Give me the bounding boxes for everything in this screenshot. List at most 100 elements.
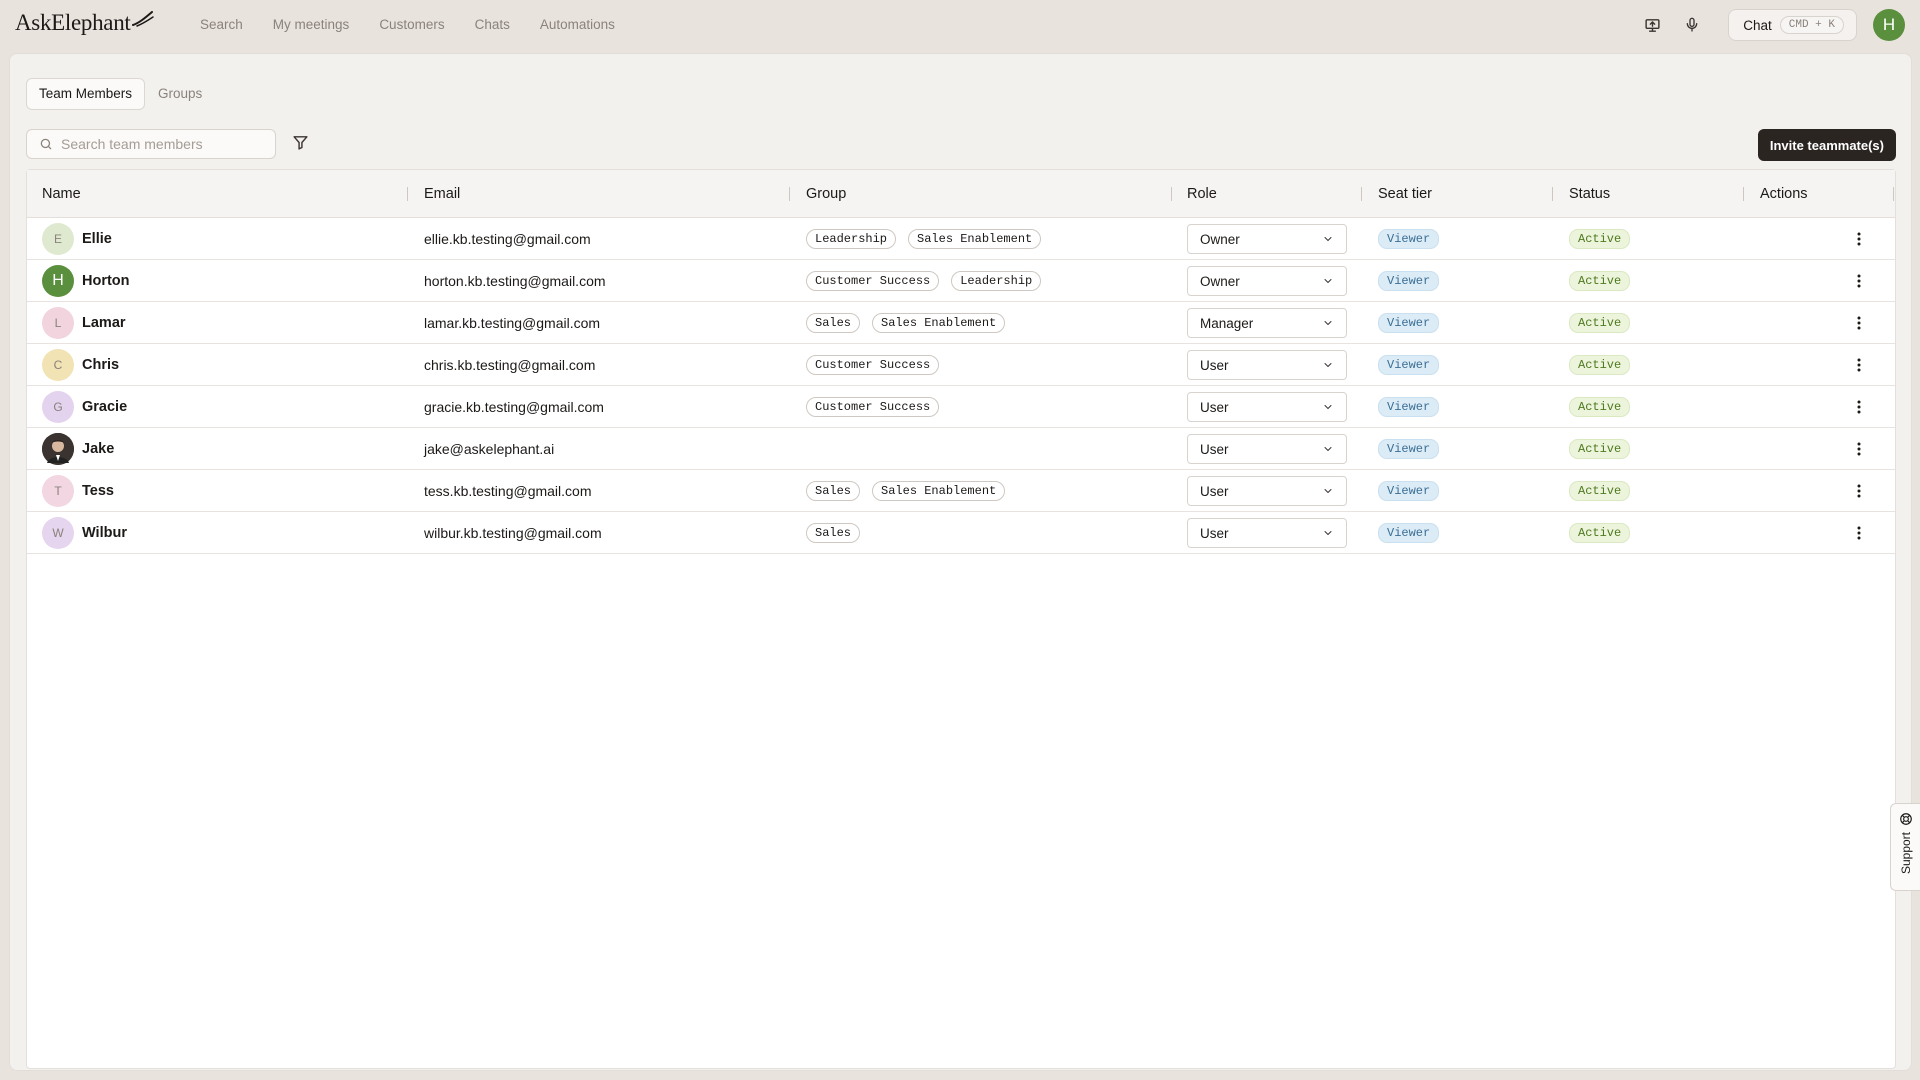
more-vertical-icon[interactable]: [1849, 229, 1869, 249]
nav-search[interactable]: Search: [200, 16, 243, 34]
support-tab[interactable]: Support: [1890, 803, 1920, 891]
col-name[interactable]: Name: [42, 170, 81, 218]
role-select[interactable]: Owner: [1187, 266, 1347, 296]
name-cell: G Gracie: [42, 386, 127, 428]
search-box: [26, 129, 276, 159]
name-cell: T Tess: [42, 470, 114, 512]
status-cell: Active: [1569, 386, 1631, 428]
more-vertical-icon[interactable]: [1849, 271, 1869, 291]
col-divider[interactable]: [1743, 187, 1744, 201]
role-select[interactable]: Manager: [1187, 308, 1347, 338]
table-header: Name Email Group Role Seat tier Status A…: [27, 170, 1895, 218]
group-cell: Sales Sales Enablement: [806, 302, 1017, 344]
member-email: ellie.kb.testing@gmail.com: [424, 231, 591, 247]
seat-cell: Viewer: [1378, 470, 1440, 512]
table-row[interactable]: T Tess tess.kb.testing@gmail.com Sales Sa…: [27, 470, 1895, 512]
status-cell: Active: [1569, 260, 1631, 302]
member-name: Wilbur: [82, 525, 127, 541]
nav-chats[interactable]: Chats: [475, 16, 510, 34]
col-divider[interactable]: [1552, 187, 1553, 201]
role-select[interactable]: User: [1187, 392, 1347, 422]
member-email: horton.kb.testing@gmail.com: [424, 273, 606, 289]
email-cell: lamar.kb.testing@gmail.com: [424, 302, 600, 344]
tab-team-members[interactable]: Team Members: [26, 78, 146, 110]
more-vertical-icon[interactable]: [1849, 313, 1869, 333]
col-seat-tier[interactable]: Seat tier: [1378, 170, 1432, 218]
nav-customers[interactable]: Customers: [379, 16, 444, 34]
avatar: H: [42, 265, 74, 297]
chevron-down-icon: [1322, 485, 1334, 497]
status-cell: Active: [1569, 218, 1631, 260]
col-email[interactable]: Email: [424, 170, 460, 218]
col-status[interactable]: Status: [1569, 170, 1610, 218]
col-group[interactable]: Group: [806, 170, 846, 218]
col-role[interactable]: Role: [1187, 170, 1217, 218]
role-select[interactable]: User: [1187, 350, 1347, 380]
status-badge: Active: [1569, 271, 1631, 291]
user-avatar[interactable]: H: [1873, 9, 1905, 41]
nav-automations[interactable]: Automations: [540, 16, 615, 34]
role-select[interactable]: Owner: [1187, 224, 1347, 254]
group-tag: Customer Success: [806, 397, 940, 417]
invite-teammates-button[interactable]: Invite teammate(s): [1757, 129, 1896, 161]
group-tag: Leadership: [951, 271, 1042, 291]
status-cell: Active: [1569, 470, 1631, 512]
role-select[interactable]: User: [1187, 434, 1347, 464]
avatar-initial: G: [53, 400, 63, 414]
member-email: lamar.kb.testing@gmail.com: [424, 315, 601, 331]
role-value: Owner: [1200, 273, 1240, 289]
col-divider[interactable]: [407, 187, 408, 201]
microphone-icon[interactable]: [1680, 13, 1704, 37]
more-vertical-icon[interactable]: [1849, 523, 1869, 543]
more-vertical-icon[interactable]: [1849, 439, 1869, 459]
status-badge: Active: [1569, 313, 1631, 333]
group-cell: Sales: [806, 512, 872, 554]
present-screen-icon[interactable]: [1640, 13, 1664, 37]
seat-tier-badge: Viewer: [1378, 271, 1440, 291]
nav-my-meetings[interactable]: My meetings: [273, 16, 350, 34]
more-vertical-icon[interactable]: [1849, 397, 1869, 417]
name-cell: Jake: [42, 428, 114, 470]
table-row[interactable]: C Chris chris.kb.testing@gmail.com Custo…: [27, 344, 1895, 386]
app-logo[interactable]: AskElephant: [15, 10, 154, 36]
col-actions: Actions: [1760, 186, 1808, 202]
logo-swoosh-icon: [131, 11, 154, 27]
table-row[interactable]: Jake jake@askelephant.ai User Viewer Act…: [27, 428, 1895, 470]
member-name: Ellie: [82, 231, 112, 247]
table-row[interactable]: H Horton horton.kb.testing@gmail.com Cus…: [27, 260, 1895, 302]
filter-icon[interactable]: [292, 134, 309, 156]
tab-groups[interactable]: Groups: [145, 78, 215, 110]
chat-label: Chat: [1743, 17, 1772, 33]
status-cell: Active: [1569, 428, 1631, 470]
col-divider[interactable]: [1361, 187, 1362, 201]
avatar-initial: W: [52, 526, 64, 540]
role-cell: User: [1187, 470, 1347, 512]
email-cell: gracie.kb.testing@gmail.com: [424, 386, 604, 428]
status-cell: Active: [1569, 512, 1631, 554]
seat-tier-badge: Viewer: [1378, 229, 1440, 249]
seat-cell: Viewer: [1378, 428, 1440, 470]
table-row[interactable]: E Ellie ellie.kb.testing@gmail.com Leade…: [27, 218, 1895, 260]
more-vertical-icon[interactable]: [1849, 355, 1869, 375]
role-select[interactable]: User: [1187, 476, 1347, 506]
tabs: Team Members Groups: [26, 78, 215, 110]
email-cell: ellie.kb.testing@gmail.com: [424, 218, 591, 260]
more-vertical-icon[interactable]: [1849, 481, 1869, 501]
chat-button[interactable]: Chat CMD + K: [1728, 9, 1857, 41]
status-cell: Active: [1569, 344, 1631, 386]
table-row[interactable]: L Lamar lamar.kb.testing@gmail.com Sales…: [27, 302, 1895, 344]
avatar-initial: T: [54, 484, 62, 498]
group-tag: Sales: [806, 313, 861, 333]
search-icon: [40, 138, 52, 150]
main-panel: Team Members Groups Invite teammate(s) N…: [9, 53, 1912, 1071]
chevron-down-icon: [1322, 233, 1334, 245]
avatar-initial: H: [52, 272, 64, 289]
group-tag: Sales Enablement: [908, 229, 1042, 249]
col-divider[interactable]: [789, 187, 790, 201]
role-select[interactable]: User: [1187, 518, 1347, 548]
table-row[interactable]: W Wilbur wilbur.kb.testing@gmail.com Sal…: [27, 512, 1895, 554]
col-divider[interactable]: [1171, 187, 1172, 201]
table-row[interactable]: G Gracie gracie.kb.testing@gmail.com Cus…: [27, 386, 1895, 428]
search-input[interactable]: [61, 136, 261, 152]
group-tag: Sales: [806, 523, 861, 543]
